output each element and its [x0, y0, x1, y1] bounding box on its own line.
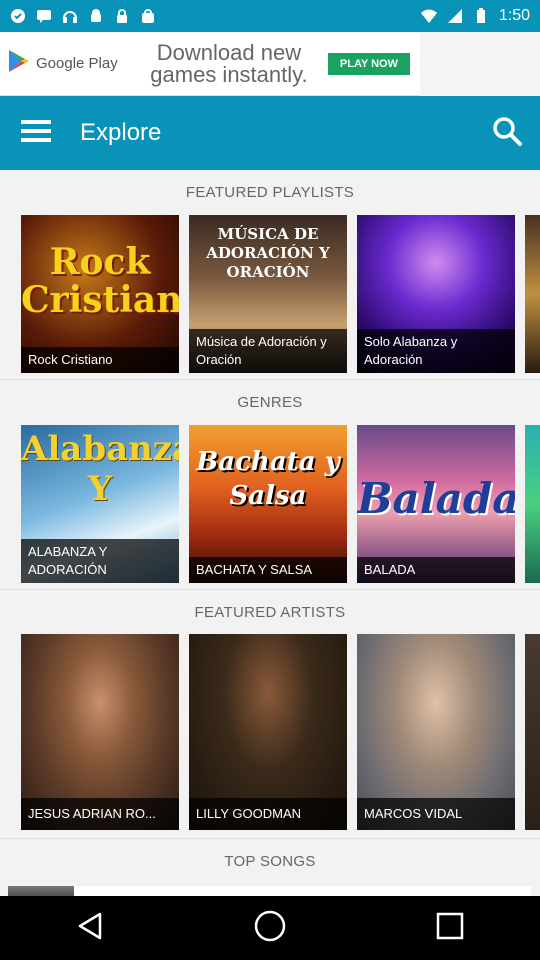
- genre-card-balada[interactable]: Balada BALADA: [357, 425, 515, 583]
- playlist-card-musica-adoracion[interactable]: MÚSICA DE ADORACIÓN Y ORACIÓN Música de …: [189, 215, 347, 373]
- search-button[interactable]: [488, 114, 526, 152]
- home-circle-icon: [253, 909, 287, 948]
- lock-notification-icon: [114, 8, 130, 24]
- back-triangle-icon: [74, 910, 106, 947]
- system-nav-bar: [0, 896, 540, 960]
- section-title-featured-artists: FEATURED ARTISTS: [194, 604, 346, 621]
- ad-banner[interactable]: Google Play Download new games instantly…: [0, 32, 420, 96]
- hamburger-menu-icon: [21, 119, 51, 148]
- playlist-card-partial[interactable]: [525, 215, 540, 373]
- genre-label: BACHATA Y SALSA: [189, 557, 347, 583]
- section-title-genres: GENRES: [237, 394, 303, 411]
- genre-cover-art-text: Balada: [357, 474, 515, 523]
- status-time: 1:50: [498, 7, 530, 24]
- google-play-brand: Google Play: [0, 49, 130, 78]
- artists-row: JESUS ADRIAN RO... LILLY GOODMAN MARCOS …: [21, 634, 540, 830]
- section-divider: [0, 838, 540, 839]
- genre-cover-art-text: Bachata y Salsa: [196, 447, 340, 511]
- section-title-featured-playlists: FEATURED PLAYLISTS: [185, 184, 355, 201]
- ad-banner-filler: [420, 32, 540, 96]
- playlist-label: Solo Alabanza y Adoración: [357, 329, 515, 373]
- notification-icons: [10, 8, 156, 24]
- home-button[interactable]: [240, 898, 300, 958]
- artist-label: LILLY GOODMAN: [189, 798, 347, 830]
- artist-label: MARCOS VIDAL: [357, 798, 515, 830]
- app-notification-icon: [10, 8, 26, 24]
- playlist-card-rock-cristiano[interactable]: Rock Cristiano Rock Cristiano: [21, 215, 179, 373]
- ad-play-now-button[interactable]: PLAY NOW: [327, 52, 410, 75]
- genre-label: ALABANZA Y ADORACIÓN: [21, 539, 179, 583]
- section-title-top-songs: TOP SONGS: [224, 853, 316, 870]
- playlist-cover-art-text: MÚSICA DE ADORACIÓN Y ORACIÓN: [206, 225, 330, 281]
- genre-cover-art-text: Alabanza Y: [21, 429, 179, 509]
- page-title: Explore: [80, 119, 162, 146]
- playlist-card-solo-alabanza[interactable]: Solo Alabanza y Adoración: [357, 215, 515, 373]
- system-status: 1:50: [420, 7, 530, 25]
- genre-card-alabanza[interactable]: Alabanza Y ALABANZA Y ADORACIÓN: [21, 425, 179, 583]
- bag-notification-icon: [140, 8, 156, 24]
- google-play-icon: [8, 49, 30, 78]
- artist-card-lilly-goodman[interactable]: LILLY GOODMAN: [189, 634, 347, 830]
- genre-card-partial[interactable]: [525, 425, 540, 583]
- recents-square-icon: [435, 911, 465, 946]
- status-bar: 1:50: [0, 0, 540, 32]
- menu-button[interactable]: [0, 96, 72, 170]
- playlist-cover-art-text: Rock Cristiano: [21, 241, 179, 321]
- genre-card-bachata[interactable]: Bachata y Salsa BACHATA Y SALSA: [189, 425, 347, 583]
- ad-headline: Download new games instantly.: [150, 39, 308, 87]
- wifi-icon: [420, 8, 437, 24]
- playlist-label: Música de Adoración y Oración: [189, 329, 347, 373]
- genre-label: BALADA: [357, 557, 515, 583]
- app-bar: Explore: [0, 96, 540, 170]
- artist-label: JESUS ADRIAN RO...: [21, 798, 179, 830]
- chat-notification-icon: [36, 8, 52, 24]
- search-icon: [492, 116, 522, 151]
- section-divider: [0, 379, 540, 380]
- recents-button[interactable]: [420, 898, 480, 958]
- artist-card-jesus-adrian[interactable]: JESUS ADRIAN RO...: [21, 634, 179, 830]
- genres-row: Alabanza Y ALABANZA Y ADORACIÓN Bachata …: [21, 425, 540, 583]
- artist-card-marcos-vidal[interactable]: MARCOS VIDAL: [357, 634, 515, 830]
- playlist-label: Rock Cristiano: [21, 347, 179, 373]
- playlists-row: Rock Cristiano Rock Cristiano MÚSICA DE …: [21, 215, 540, 373]
- headphones-notification-icon: [62, 8, 78, 24]
- artist-card-partial[interactable]: [525, 634, 540, 830]
- ad-brand-text: Google Play: [36, 55, 118, 72]
- battery-icon: [473, 8, 489, 24]
- back-button[interactable]: [60, 898, 120, 958]
- signal-icon: [447, 8, 463, 24]
- android-notification-icon: [88, 8, 104, 24]
- section-divider: [0, 589, 540, 590]
